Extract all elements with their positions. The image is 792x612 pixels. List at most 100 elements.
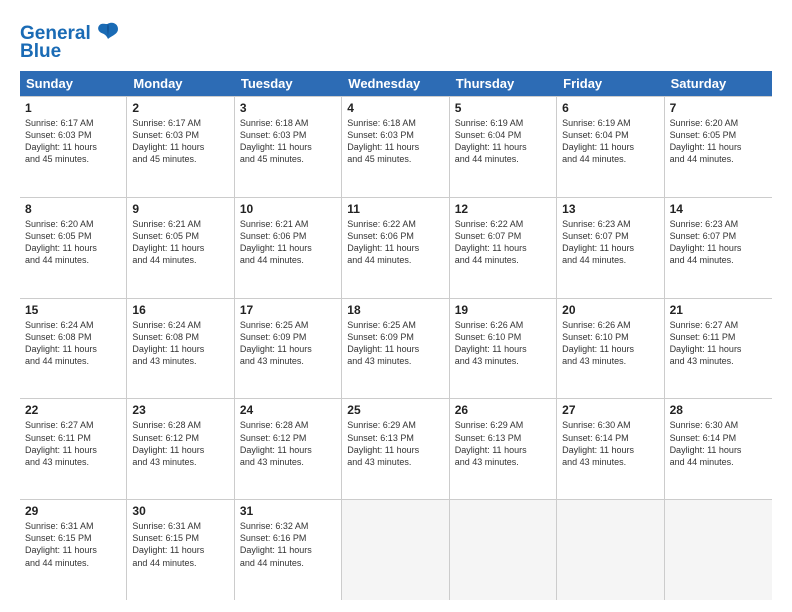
calendar-cell — [557, 500, 664, 600]
day-number: 7 — [670, 101, 767, 115]
day-number: 31 — [240, 504, 336, 518]
day-info: Sunrise: 6:24 AM Sunset: 6:08 PM Dayligh… — [132, 319, 228, 368]
day-of-week-header: Wednesday — [342, 71, 449, 96]
calendar-cell: 25 Sunrise: 6:29 AM Sunset: 6:13 PM Dayli… — [342, 399, 449, 499]
day-number: 6 — [562, 101, 658, 115]
calendar-cell: 22 Sunrise: 6:27 AM Sunset: 6:11 PM Dayli… — [20, 399, 127, 499]
day-info: Sunrise: 6:29 AM Sunset: 6:13 PM Dayligh… — [455, 419, 551, 468]
calendar-cell: 17Sunrise: 6:25 AM Sunset: 6:09 PM Dayli… — [235, 299, 342, 399]
calendar-cell: 12Sunrise: 6:22 AM Sunset: 6:07 PM Dayli… — [450, 198, 557, 298]
calendar-cell: 20 Sunrise: 6:26 AM Sunset: 6:10 PM Dayli… — [557, 299, 664, 399]
calendar-cell: 8 Sunrise: 6:20 AM Sunset: 6:05 PM Daylig… — [20, 198, 127, 298]
day-info: Sunrise: 6:28 AM Sunset: 6:12 PM Dayligh… — [240, 419, 336, 468]
day-info: Sunrise: 6:27 AM Sunset: 6:11 PM Dayligh… — [25, 419, 121, 468]
day-number: 8 — [25, 202, 121, 216]
day-info: Sunrise: 6:17 AM Sunset: 6:03 PM Dayligh… — [25, 117, 121, 166]
day-info: Sunrise: 6:18 AM Sunset: 6:03 PM Dayligh… — [240, 117, 336, 166]
day-number: 10 — [240, 202, 336, 216]
day-info: Sunrise: 6:28 AM Sunset: 6:12 PM Dayligh… — [132, 419, 228, 468]
day-number: 30 — [132, 504, 228, 518]
day-number: 2 — [132, 101, 228, 115]
calendar-cell: 23 Sunrise: 6:28 AM Sunset: 6:12 PM Dayli… — [127, 399, 234, 499]
day-info: Sunrise: 6:23 AM Sunset: 6:07 PM Dayligh… — [670, 218, 767, 267]
day-info: Sunrise: 6:26 AM Sunset: 6:10 PM Dayligh… — [562, 319, 658, 368]
day-info: Sunrise: 6:23 AM Sunset: 6:07 PM Dayligh… — [562, 218, 658, 267]
day-number: 17 — [240, 303, 336, 317]
calendar-cell: 19Sunrise: 6:26 AM Sunset: 6:10 PM Dayli… — [450, 299, 557, 399]
calendar-cell: 29 Sunrise: 6:31 AM Sunset: 6:15 PM Dayli… — [20, 500, 127, 600]
calendar-cell: 18Sunrise: 6:25 AM Sunset: 6:09 PM Dayli… — [342, 299, 449, 399]
day-info: Sunrise: 6:21 AM Sunset: 6:05 PM Dayligh… — [132, 218, 228, 267]
day-of-week-header: Monday — [127, 71, 234, 96]
day-number: 1 — [25, 101, 121, 115]
calendar-week: 15Sunrise: 6:24 AM Sunset: 6:08 PM Dayli… — [20, 299, 772, 400]
day-info: Sunrise: 6:31 AM Sunset: 6:15 PM Dayligh… — [25, 520, 121, 569]
day-of-week-header: Tuesday — [235, 71, 342, 96]
calendar-cell: 27 Sunrise: 6:30 AM Sunset: 6:14 PM Dayli… — [557, 399, 664, 499]
day-number: 22 — [25, 403, 121, 417]
day-info: Sunrise: 6:21 AM Sunset: 6:06 PM Dayligh… — [240, 218, 336, 267]
day-number: 9 — [132, 202, 228, 216]
calendar-week: 8 Sunrise: 6:20 AM Sunset: 6:05 PM Daylig… — [20, 198, 772, 299]
calendar-header: SundayMondayTuesdayWednesdayThursdayFrid… — [20, 71, 772, 96]
day-number: 29 — [25, 504, 121, 518]
day-number: 13 — [562, 202, 658, 216]
calendar-cell: 1 Sunrise: 6:17 AM Sunset: 6:03 PM Daylig… — [20, 97, 127, 197]
day-info: Sunrise: 6:24 AM Sunset: 6:08 PM Dayligh… — [25, 319, 121, 368]
day-number: 20 — [562, 303, 658, 317]
day-info: Sunrise: 6:27 AM Sunset: 6:11 PM Dayligh… — [670, 319, 767, 368]
day-info: Sunrise: 6:31 AM Sunset: 6:15 PM Dayligh… — [132, 520, 228, 569]
day-number: 21 — [670, 303, 767, 317]
day-number: 27 — [562, 403, 658, 417]
day-number: 25 — [347, 403, 443, 417]
calendar-cell: 28 Sunrise: 6:30 AM Sunset: 6:14 PM Dayli… — [665, 399, 772, 499]
calendar-cell: 16 Sunrise: 6:24 AM Sunset: 6:08 PM Dayli… — [127, 299, 234, 399]
calendar-cell: 3 Sunrise: 6:18 AM Sunset: 6:03 PM Daylig… — [235, 97, 342, 197]
day-info: Sunrise: 6:22 AM Sunset: 6:06 PM Dayligh… — [347, 218, 443, 267]
calendar-cell: 14 Sunrise: 6:23 AM Sunset: 6:07 PM Dayli… — [665, 198, 772, 298]
day-number: 24 — [240, 403, 336, 417]
day-info: Sunrise: 6:25 AM Sunset: 6:09 PM Dayligh… — [347, 319, 443, 368]
calendar-cell: 13 Sunrise: 6:23 AM Sunset: 6:07 PM Dayli… — [557, 198, 664, 298]
day-number: 28 — [670, 403, 767, 417]
calendar-cell: 31 Sunrise: 6:32 AM Sunset: 6:16 PM Dayli… — [235, 500, 342, 600]
calendar-cell — [665, 500, 772, 600]
day-number: 12 — [455, 202, 551, 216]
day-number: 11 — [347, 202, 443, 216]
day-number: 26 — [455, 403, 551, 417]
day-number: 19 — [455, 303, 551, 317]
day-info: Sunrise: 6:30 AM Sunset: 6:14 PM Dayligh… — [670, 419, 767, 468]
calendar-cell — [450, 500, 557, 600]
day-number: 3 — [240, 101, 336, 115]
calendar-cell: 2 Sunrise: 6:17 AM Sunset: 6:03 PM Daylig… — [127, 97, 234, 197]
calendar-cell: 15Sunrise: 6:24 AM Sunset: 6:08 PM Dayli… — [20, 299, 127, 399]
day-number: 23 — [132, 403, 228, 417]
day-info: Sunrise: 6:20 AM Sunset: 6:05 PM Dayligh… — [25, 218, 121, 267]
day-number: 16 — [132, 303, 228, 317]
day-info: Sunrise: 6:18 AM Sunset: 6:03 PM Dayligh… — [347, 117, 443, 166]
calendar-cell: 21 Sunrise: 6:27 AM Sunset: 6:11 PM Dayli… — [665, 299, 772, 399]
day-number: 14 — [670, 202, 767, 216]
calendar-week: 22 Sunrise: 6:27 AM Sunset: 6:11 PM Dayli… — [20, 399, 772, 500]
day-info: Sunrise: 6:30 AM Sunset: 6:14 PM Dayligh… — [562, 419, 658, 468]
logo-bird-icon — [94, 18, 122, 46]
calendar-cell: 26 Sunrise: 6:29 AM Sunset: 6:13 PM Dayli… — [450, 399, 557, 499]
calendar-cell: 10 Sunrise: 6:21 AM Sunset: 6:06 PM Dayli… — [235, 198, 342, 298]
day-number: 4 — [347, 101, 443, 115]
calendar-cell: 9 Sunrise: 6:21 AM Sunset: 6:05 PM Daylig… — [127, 198, 234, 298]
day-info: Sunrise: 6:32 AM Sunset: 6:16 PM Dayligh… — [240, 520, 336, 569]
day-of-week-header: Saturday — [665, 71, 772, 96]
calendar-week: 1 Sunrise: 6:17 AM Sunset: 6:03 PM Daylig… — [20, 96, 772, 198]
day-of-week-header: Friday — [557, 71, 664, 96]
day-of-week-header: Sunday — [20, 71, 127, 96]
calendar-page: General Blue SundayMondayTuesdayWednesda… — [0, 0, 792, 612]
day-info: Sunrise: 6:19 AM Sunset: 6:04 PM Dayligh… — [562, 117, 658, 166]
calendar-cell: 5Sunrise: 6:19 AM Sunset: 6:04 PM Daylig… — [450, 97, 557, 197]
day-info: Sunrise: 6:19 AM Sunset: 6:04 PM Dayligh… — [455, 117, 551, 166]
logo: General Blue — [20, 22, 122, 61]
day-info: Sunrise: 6:17 AM Sunset: 6:03 PM Dayligh… — [132, 117, 228, 166]
calendar: SundayMondayTuesdayWednesdayThursdayFrid… — [20, 71, 772, 600]
day-info: Sunrise: 6:20 AM Sunset: 6:05 PM Dayligh… — [670, 117, 767, 166]
day-info: Sunrise: 6:29 AM Sunset: 6:13 PM Dayligh… — [347, 419, 443, 468]
calendar-cell: 24 Sunrise: 6:28 AM Sunset: 6:12 PM Dayli… — [235, 399, 342, 499]
